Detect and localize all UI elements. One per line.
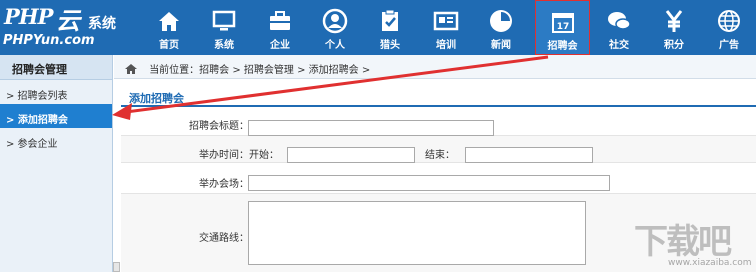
nav-item-personal[interactable]: 个人	[309, 0, 361, 55]
watermark-url: www.xiazaiba.com	[668, 258, 752, 268]
nav-item-points[interactable]: 积分	[648, 0, 700, 55]
section-title: 添加招聘会	[121, 85, 756, 107]
breadcrumb-text: 当前位置：招聘会 > 招聘会管理 > 添加招聘会 >	[149, 65, 371, 76]
news-icon	[490, 10, 512, 32]
nav-item-label: 企业	[270, 40, 290, 51]
logo-url-text: PHPYun.com	[3, 33, 95, 48]
calendar-number: 17	[556, 22, 569, 32]
form-row-venue: 举办会场：	[121, 163, 756, 194]
start-label: 开始：	[249, 150, 279, 161]
nav-item-news[interactable]: 新闻	[475, 0, 527, 55]
nav-item-label: 招聘会	[547, 41, 578, 52]
route-label: 交通路线：	[199, 233, 249, 244]
nav-item-label: 个人	[325, 40, 345, 51]
nav-item-training[interactable]: 培训	[420, 0, 472, 55]
end-time-input[interactable]	[465, 147, 593, 163]
start-time-input[interactable]	[287, 147, 415, 163]
nav-item-home[interactable]: 首页	[143, 0, 195, 55]
logo-php-text: PHP	[4, 4, 53, 29]
breadcrumb-home-icon[interactable]	[124, 63, 138, 75]
watermark-logo: 下载吧	[634, 222, 732, 262]
nav-item-headhunter[interactable]: 猎头	[364, 0, 416, 55]
logo-yun-text: 云	[56, 6, 80, 35]
logo-system-text: 系统	[88, 16, 116, 32]
venue-input[interactable]	[248, 175, 610, 191]
nav-item-label: 积分	[664, 40, 684, 51]
left-sidebar: 招聘会管理 > 招聘会列表 > 添加招聘会 > 参会企业	[0, 55, 113, 272]
nav-item-social[interactable]: 社交	[593, 0, 645, 55]
board-icon	[433, 11, 459, 31]
form-row-time: 举办时间： 开始： 结束：	[121, 136, 756, 163]
nav-item-label: 系统	[214, 40, 234, 51]
nav-item-job-fair[interactable]: 17 招聘会	[535, 0, 590, 55]
nav-item-label: 社交	[609, 40, 629, 51]
top-navigation-bar: PHP 云 系统 PHPYun.com 首页 系统 企业 个人 猎头 培训 新闻…	[0, 0, 756, 55]
nav-item-label: 新闻	[491, 40, 511, 51]
nav-item-label: 首页	[159, 40, 179, 51]
calendar-icon: 17	[551, 13, 574, 33]
person-icon	[322, 8, 348, 34]
monitor-icon	[212, 10, 236, 31]
nav-item-label: 广告	[719, 40, 739, 51]
nav-item-ads[interactable]: 广告	[703, 0, 755, 55]
nav-item-enterprise[interactable]: 企业	[254, 0, 306, 55]
title-label: 招聘会标题：	[189, 121, 249, 132]
home-icon	[159, 12, 179, 31]
briefcase-icon	[270, 11, 290, 30]
time-label: 举办时间：	[199, 150, 249, 161]
nav-item-label: 猎头	[380, 40, 400, 51]
chat-icon	[608, 12, 631, 30]
title-input[interactable]	[248, 120, 494, 136]
nav-item-label: 培训	[436, 40, 456, 51]
breadcrumb: 当前位置：招聘会 > 招聘会管理 > 添加招聘会 >	[114, 55, 756, 79]
globe-icon	[718, 10, 740, 32]
yuan-icon	[665, 10, 683, 32]
nav-item-system[interactable]: 系统	[198, 0, 250, 55]
form-row-title: 招聘会标题：	[121, 109, 756, 136]
sidebar-item-job-fair-list[interactable]: > 招聘会列表	[0, 80, 112, 104]
route-textarea[interactable]	[248, 201, 586, 265]
sidebar-scroll-left-arrow[interactable]	[113, 262, 120, 272]
sidebar-item-participating-companies[interactable]: > 参会企业	[0, 128, 112, 152]
phpyun-logo[interactable]: PHP 云 系统 PHPYun.com	[0, 0, 148, 55]
sidebar-title: 招聘会管理	[0, 55, 112, 80]
end-label: 结束：	[425, 150, 455, 161]
venue-label: 举办会场：	[199, 179, 249, 190]
clipboard-icon	[382, 9, 398, 31]
sidebar-item-add-job-fair[interactable]: > 添加招聘会	[0, 104, 112, 128]
